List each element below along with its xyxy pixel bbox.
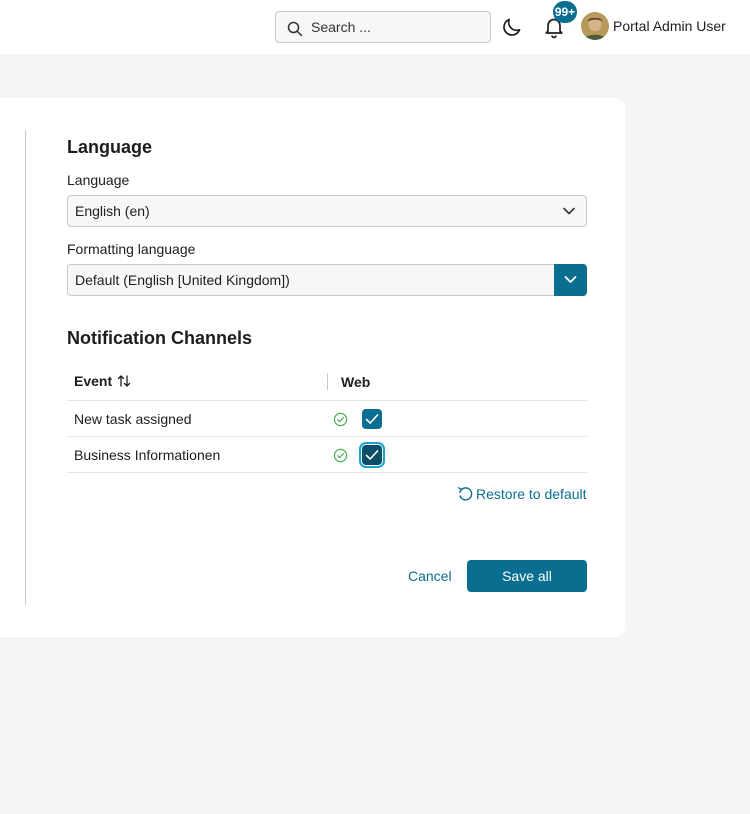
save-all-button[interactable]: Save all (467, 560, 587, 592)
formatting-language-dropdown-button[interactable] (554, 264, 587, 296)
notification-channels-title: Notification Channels (67, 328, 253, 348)
column-header-event-label: Event (74, 373, 113, 389)
web-checkbox-business-info[interactable] (359, 442, 385, 468)
user-menu[interactable]: Portal Admin User (581, 12, 726, 40)
user-avatar-icon (581, 12, 609, 40)
restore-default-link[interactable]: Restore to default (457, 486, 587, 502)
table-header-divider (67, 400, 587, 401)
formatting-language-select-value: Default (English [United Kingdom]) (75, 272, 290, 288)
notification-count-badge: 99+ (553, 1, 577, 23)
column-header-web: Web (341, 374, 371, 390)
checkmark-icon (365, 450, 379, 460)
top-bar: 99+ Portal Admin User (0, 0, 750, 54)
user-name: Portal Admin User (613, 18, 726, 34)
formatting-language-label: Formatting language (67, 241, 196, 257)
language-select[interactable]: English (en) (67, 195, 587, 227)
table-row-event: New task assigned (74, 411, 192, 427)
formatting-language-select[interactable]: Default (English [United Kingdom]) (67, 264, 587, 296)
check-circle-icon (333, 448, 348, 463)
table-row-divider (67, 436, 587, 437)
restore-default-label: Restore to default (476, 486, 587, 502)
web-checkbox-new-task[interactable] (362, 409, 382, 429)
avatar (581, 12, 609, 40)
check-circle-icon (333, 412, 348, 427)
column-header-event[interactable]: Event (74, 373, 131, 389)
cancel-button[interactable]: Cancel (400, 561, 460, 591)
column-separator (327, 373, 328, 390)
left-divider (25, 130, 26, 605)
search-box[interactable] (275, 11, 491, 43)
language-select-value: English (en) (75, 203, 150, 219)
checkmark-icon (365, 414, 379, 424)
search-input[interactable] (311, 12, 481, 42)
chevron-down-icon (563, 207, 575, 215)
undo-icon (458, 487, 473, 501)
chevron-down-icon (564, 276, 577, 283)
table-row-event: Business Informationen (74, 447, 221, 463)
language-label: Language (67, 172, 130, 188)
table-bottom-divider (67, 472, 587, 473)
search-icon (287, 21, 303, 37)
dark-mode-toggle-icon[interactable] (500, 15, 524, 39)
sort-icon[interactable] (117, 374, 131, 388)
language-section-title: Language (67, 137, 153, 157)
